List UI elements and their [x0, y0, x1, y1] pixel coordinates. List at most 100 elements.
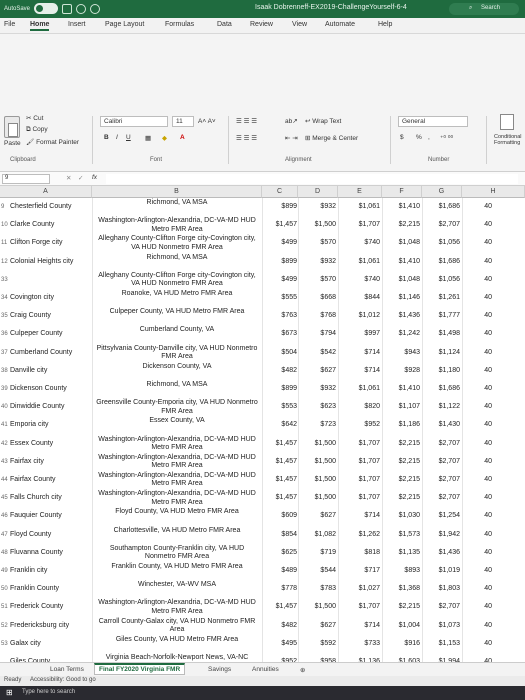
column-header-f[interactable]: F	[382, 186, 422, 198]
cell-g[interactable]: $1,686	[422, 385, 460, 394]
cell-e[interactable]: $1,027	[338, 585, 380, 594]
cell-g[interactable]: $1,436	[422, 549, 460, 558]
cell-a[interactable]: Fairfax County	[10, 476, 90, 485]
search-box[interactable]: ⌕ Search	[449, 3, 519, 15]
cell-e[interactable]: $1,707	[338, 458, 380, 467]
align-top-icon[interactable]: ☰ ☰ ☰	[236, 117, 257, 125]
cell-h[interactable]: 40	[462, 458, 492, 467]
save-icon[interactable]	[62, 3, 73, 14]
cell-a[interactable]: Frederick County	[10, 603, 90, 612]
cell-f[interactable]: $2,215	[382, 494, 420, 503]
cell-a[interactable]: Franklin County	[10, 585, 90, 594]
cell-d[interactable]: $768	[298, 312, 336, 321]
cell-h[interactable]: 40	[462, 640, 492, 649]
font-size-select[interactable]: 11	[172, 116, 194, 127]
cell-c[interactable]: $1,457	[262, 221, 297, 230]
cell-e[interactable]: $1,262	[338, 531, 380, 540]
cut-button[interactable]: ✂ Cut	[26, 114, 43, 122]
tab-insert[interactable]: Insert	[68, 21, 86, 28]
currency-button[interactable]: $	[400, 134, 404, 141]
cell-g[interactable]: $1,153	[422, 640, 460, 649]
column-header-b[interactable]: B	[92, 186, 262, 198]
cell-h[interactable]: 40	[462, 385, 492, 394]
cell-h[interactable]: 40	[462, 221, 492, 230]
cell-b[interactable]: Winchester, VA-WV MSA	[94, 581, 260, 589]
cell-f[interactable]: $943	[382, 349, 420, 358]
row-number[interactable]: 41	[1, 421, 8, 430]
cell-h[interactable]: 40	[462, 440, 492, 449]
row-number[interactable]: 33	[1, 276, 8, 285]
cell-e[interactable]: $1,707	[338, 476, 380, 485]
cell-h[interactable]: 40	[462, 203, 492, 212]
tab-review[interactable]: Review	[250, 21, 273, 28]
undo-icon[interactable]	[76, 3, 87, 14]
cell-b[interactable]: Greensville County-Emporia city, VA HUD …	[94, 399, 260, 416]
column-header-e[interactable]: E	[338, 186, 382, 198]
cell-d[interactable]: $932	[298, 258, 336, 267]
cell-b[interactable]: Floyd County, VA HUD Metro FMR Area	[94, 508, 260, 516]
cell-a[interactable]: Culpeper County	[10, 330, 90, 339]
cell-h[interactable]: 40	[462, 421, 492, 430]
cell-d[interactable]: $627	[298, 512, 336, 521]
cell-a[interactable]: Clifton Forge city	[10, 239, 90, 248]
cell-g[interactable]: $1,261	[422, 294, 460, 303]
cell-h[interactable]: 40	[462, 258, 492, 267]
cell-d[interactable]: $627	[298, 367, 336, 376]
cell-b[interactable]: Roanoke, VA HUD Metro FMR Area	[94, 290, 260, 298]
tab-automate[interactable]: Automate	[325, 21, 355, 28]
cell-f[interactable]: $1,107	[382, 403, 420, 412]
cell-e[interactable]: $740	[338, 239, 380, 248]
cell-c[interactable]: $899	[262, 203, 297, 212]
cell-c[interactable]: $1,457	[262, 603, 297, 612]
cell-g[interactable]: $2,707	[422, 458, 460, 467]
cell-f[interactable]: $1,410	[382, 258, 420, 267]
cell-e[interactable]: $714	[338, 349, 380, 358]
cell-c[interactable]: $504	[262, 349, 297, 358]
cell-g[interactable]: $1,686	[422, 258, 460, 267]
cell-f[interactable]: $1,146	[382, 294, 420, 303]
column-header-c[interactable]: C	[262, 186, 298, 198]
cell-c[interactable]: $1,457	[262, 494, 297, 503]
cell-c[interactable]: $763	[262, 312, 297, 321]
sheet-tab-savings[interactable]: Savings	[204, 665, 235, 674]
cell-b[interactable]: Washington-Arlington-Alexandria, DC-VA-M…	[94, 217, 260, 234]
cell-a[interactable]: Fredericksburg city	[10, 622, 90, 631]
spreadsheet-grid[interactable]: A B C D E F G H 9 Chesterfield County Rich…	[0, 186, 525, 665]
formula-input[interactable]	[106, 174, 518, 184]
cell-a[interactable]: Fairfax city	[10, 458, 90, 467]
row-number[interactable]: 49	[1, 567, 8, 576]
cell-g[interactable]: $1,686	[422, 203, 460, 212]
cell-e[interactable]: $1,061	[338, 258, 380, 267]
cell-d[interactable]: $627	[298, 622, 336, 631]
row-number[interactable]: 48	[1, 549, 8, 558]
row-number[interactable]: 53	[1, 640, 8, 649]
cell-a[interactable]: Clarke County	[10, 221, 90, 230]
row-number[interactable]: 50	[1, 585, 8, 594]
cell-h[interactable]: 40	[462, 603, 492, 612]
cell-g[interactable]: $2,707	[422, 476, 460, 485]
cell-h[interactable]: 40	[462, 494, 492, 503]
cell-c[interactable]: $1,457	[262, 476, 297, 485]
wrap-text-button[interactable]: ↩ Wrap Text	[305, 117, 341, 125]
row-number[interactable]: 10	[1, 221, 8, 230]
cell-h[interactable]: 40	[462, 512, 492, 521]
column-header-h[interactable]: H	[462, 186, 525, 198]
cell-e[interactable]: $820	[338, 403, 380, 412]
cell-f[interactable]: $2,215	[382, 603, 420, 612]
cell-c[interactable]: $555	[262, 294, 297, 303]
cell-b[interactable]: Washington-Arlington-Alexandria, DC-VA-M…	[94, 490, 260, 507]
cell-b[interactable]: Washington-Arlington-Alexandria, DC-VA-M…	[94, 599, 260, 616]
cell-c[interactable]: $609	[262, 512, 297, 521]
cell-g[interactable]: $2,707	[422, 440, 460, 449]
cell-c[interactable]: $854	[262, 531, 297, 540]
row-number[interactable]: 46	[1, 512, 8, 521]
tab-file[interactable]: File	[4, 21, 15, 28]
conditional-formatting-button[interactable]: Conditional Formatting	[494, 134, 524, 146]
cell-d[interactable]: $1,500	[298, 458, 336, 467]
cell-b[interactable]: Culpeper County, VA HUD Metro FMR Area	[94, 308, 260, 316]
cell-f[interactable]: $916	[382, 640, 420, 649]
cell-h[interactable]: 40	[462, 294, 492, 303]
cell-c[interactable]: $495	[262, 640, 297, 649]
cell-c[interactable]: $625	[262, 549, 297, 558]
cell-a[interactable]: Galax city	[10, 640, 90, 649]
